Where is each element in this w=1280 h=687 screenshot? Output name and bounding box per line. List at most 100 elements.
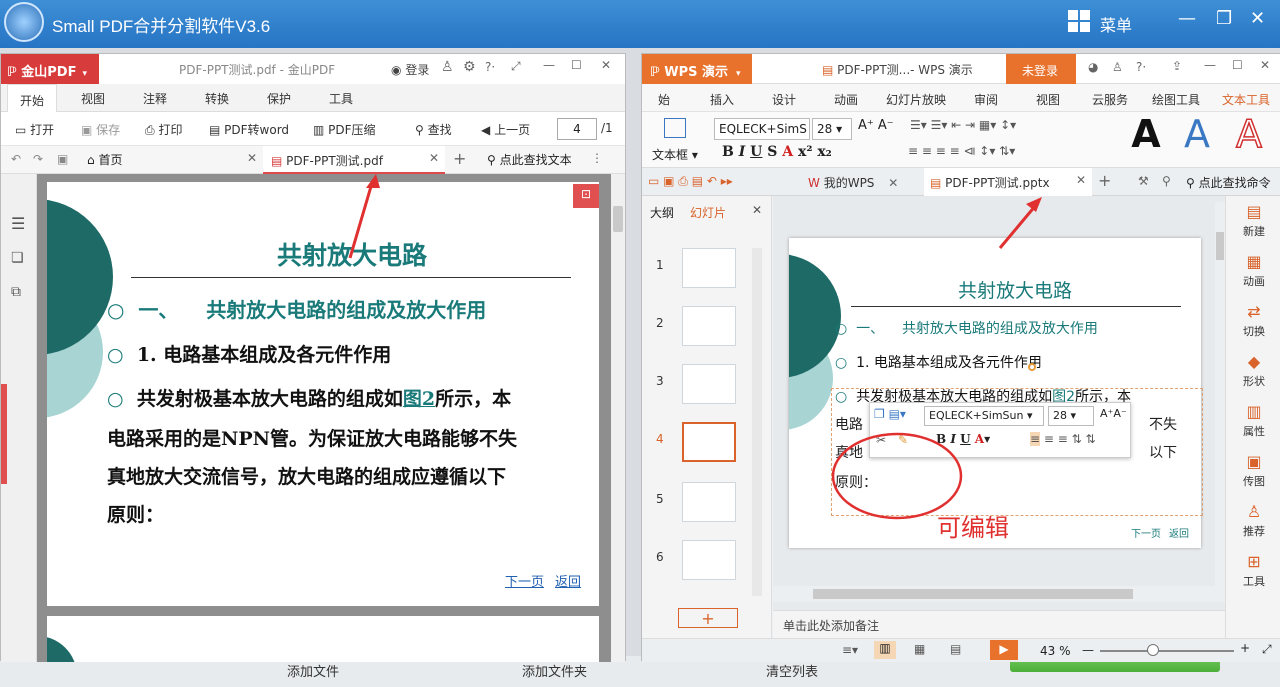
float-size-select[interactable]: 28 ▾ (1048, 406, 1094, 426)
notes-pane[interactable]: 单击此处添加备注 (773, 610, 1225, 638)
font-size-select[interactable]: 28 ▾ (812, 118, 852, 140)
add-slide-button[interactable]: + (678, 608, 738, 628)
text-style-black-icon[interactable]: A (1116, 112, 1176, 166)
new-tab-icon[interactable]: + (453, 149, 466, 168)
doc-tab-close-icon[interactable]: ✕ (429, 151, 439, 165)
zoom-out-icon[interactable]: — (1082, 643, 1094, 657)
pdf-convert-float-icon[interactable]: ⊡ (573, 184, 599, 208)
copy-icon[interactable]: ❐ ▤▾ (874, 407, 906, 421)
find-command-button[interactable]: ⚲ 点此查找命令 (1186, 174, 1271, 191)
editor-horizontal-scrollbar[interactable] (773, 586, 1225, 602)
tab-review[interactable]: 审阅 (974, 91, 998, 108)
tab-drawing-tools[interactable]: 绘图工具 (1152, 91, 1200, 108)
float-font-select[interactable]: EQLECK+SimSun ▾ (924, 406, 1044, 426)
format-buttons[interactable]: B I U S A x² x₂ (722, 144, 832, 160)
page-number-input[interactable]: 4 (557, 118, 597, 140)
tab-protect[interactable]: 保护 (267, 90, 291, 107)
panel-close-icon[interactable]: ✕ (752, 203, 762, 217)
next-page-link[interactable]: 下一页 (505, 571, 544, 590)
wps-minimize-icon[interactable]: — (1204, 58, 1216, 72)
reading-view-icon[interactable]: ▤ (950, 642, 961, 656)
font-family-select[interactable]: EQLECK+SimS (714, 118, 810, 140)
textbox-icon[interactable] (664, 118, 686, 138)
find-text-button[interactable]: ⚲ 点此查找文本 (487, 151, 572, 168)
normal-view-icon[interactable]: ▥ (874, 641, 896, 659)
zoom-in-icon[interactable]: + (1240, 641, 1250, 655)
image-extract-icon[interactable]: ⧉ (11, 284, 21, 300)
pptx-tab-close-icon[interactable]: ✕ (1076, 173, 1086, 187)
add-folder-button[interactable]: 添加文件夹 (522, 661, 587, 680)
side-recommend-button[interactable]: ♙ 推荐 (1226, 502, 1280, 539)
side-tools-button[interactable]: ⊞ 工具 (1226, 552, 1280, 589)
my-wps-close-icon[interactable]: ✕ (888, 176, 898, 190)
pdf-close-icon[interactable]: ✕ (601, 58, 611, 72)
tab-cloud[interactable]: 云服务 (1092, 91, 1128, 108)
editor-vertical-scrollbar[interactable] (1215, 202, 1225, 590)
panel-scrollbar[interactable] (752, 248, 762, 596)
tab-animation[interactable]: 动画 (834, 91, 858, 108)
editor-scroll-thumb[interactable] (1216, 232, 1224, 260)
grow-font-icon[interactable]: A⁺ A⁻ (858, 118, 894, 133)
pdf-minimize-icon[interactable]: — (543, 58, 555, 72)
thumbnails-icon[interactable]: ❏ (11, 250, 24, 266)
wps-help-icon[interactable]: ?· (1136, 60, 1146, 74)
open-button[interactable]: ▭ 打开 (15, 121, 54, 138)
cut-icon[interactable]: ✂ (876, 433, 886, 447)
slide-thumbnail-selected[interactable] (682, 422, 736, 462)
print-button[interactable]: ⎙ 打印 (145, 121, 182, 138)
align-icons[interactable]: ≡ ≡ ≡ ≡ ⧏ ↕▾ ⇅▾ (908, 144, 1015, 158)
more-icon[interactable]: ⋮ (591, 151, 603, 165)
back-link[interactable]: 返回 (555, 571, 581, 590)
skin-icon[interactable]: ◕ (1088, 60, 1098, 74)
side-animation-button[interactable]: ▦ 动画 (1226, 252, 1280, 289)
float-align-icons[interactable]: ≡ ≡ ≡ ⇅ ⇅ (1030, 432, 1096, 446)
wps-shirt-icon[interactable]: ♙ (1112, 60, 1123, 74)
quick-access-icons[interactable]: ▭ ▣ ⎙ ▤ ↶ ▸▸ (648, 174, 733, 189)
tab-slideshow[interactable]: 幻灯片放映 (886, 91, 946, 108)
menu-button[interactable]: 菜单 (1100, 12, 1132, 36)
hscroll-thumb[interactable] (813, 589, 1133, 599)
tab-view[interactable]: 视图 (81, 90, 105, 107)
tab-start[interactable]: 开始 (7, 84, 58, 112)
sorter-view-icon[interactable]: ▦ (914, 642, 925, 656)
format-painter-icon[interactable]: ✎ (898, 433, 908, 447)
wps-brand-button[interactable]: ℙ WPS 演示 ▾ (642, 54, 752, 84)
pdf-to-word-button[interactable]: ▤ PDF转word (209, 121, 289, 138)
tab-design[interactable]: 设计 (772, 91, 796, 108)
scroll-thumb[interactable] (613, 206, 623, 232)
tab-tools[interactable]: 工具 (329, 90, 353, 107)
tab-view[interactable]: 视图 (1036, 91, 1060, 108)
redo-icon[interactable]: ↷ (33, 152, 43, 166)
slide-next-link[interactable]: 下一页 (1131, 525, 1161, 540)
slides-tab[interactable]: 幻灯片 (690, 204, 726, 221)
add-file-button[interactable]: 添加文件 (287, 661, 339, 680)
pin-icon[interactable]: ⚲ (1162, 174, 1171, 188)
pdf-document-tab[interactable]: ▤ PDF-PPT测试.pdf ✕ (263, 146, 445, 174)
pdf-restore-icon[interactable]: ☐ (571, 58, 582, 72)
shirt-icon[interactable]: ♙ (441, 59, 454, 75)
float-grow-icon[interactable]: A⁺A⁻ (1100, 407, 1127, 420)
home-tab[interactable]: ⌂ 首页 (87, 151, 122, 168)
slide-thumbnail[interactable] (682, 540, 736, 580)
restore-icon[interactable]: ❐ (1216, 8, 1232, 29)
notes-toggle-icon[interactable]: ≡▾ (842, 643, 858, 657)
zoom-slider[interactable] (1100, 650, 1234, 652)
text-style-outline-icon[interactable]: A (1222, 111, 1276, 166)
clear-list-button[interactable]: 清空列表 (766, 661, 818, 680)
slide-thumbnail[interactable] (682, 248, 736, 288)
compress-button[interactable]: ▥ PDF压缩 (313, 121, 376, 138)
menu-grid-icon[interactable] (1068, 10, 1090, 32)
slide-back-link[interactable]: 返回 (1169, 525, 1189, 540)
tab-insert[interactable]: 插入 (710, 91, 734, 108)
help-icon[interactable]: ?· (485, 60, 495, 74)
home-tab-close-icon[interactable]: ✕ (247, 151, 257, 165)
side-image-button[interactable]: ▣ 传图 (1226, 452, 1280, 489)
kingsoft-brand-button[interactable]: ℙ 金山PDF ▾ (1, 54, 99, 84)
outline-tab[interactable]: 大纲 (650, 204, 674, 221)
minimize-icon[interactable]: — (1178, 8, 1196, 29)
wps-login-button[interactable]: 未登录 (1006, 54, 1076, 84)
fit-window-icon[interactable]: ⤢ (1262, 642, 1272, 657)
tab-convert[interactable]: 转换 (205, 90, 229, 107)
side-transition-button[interactable]: ⇄ 切换 (1226, 302, 1280, 339)
share-icon[interactable]: ⇪ (1172, 59, 1182, 73)
